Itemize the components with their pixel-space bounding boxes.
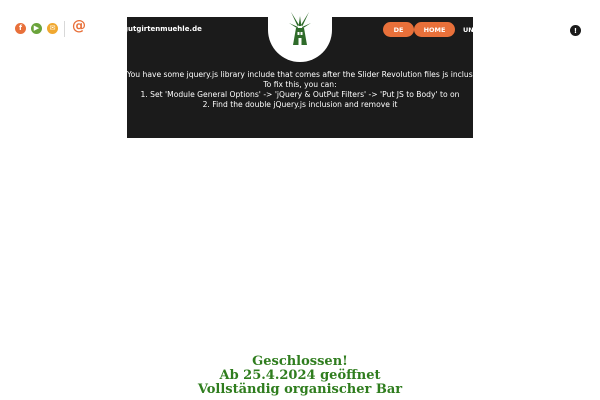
divider	[64, 21, 65, 37]
site-domain-link[interactable]: gutgirtenmuehle.de	[123, 25, 202, 33]
error-line: You have some jquery.js library include …	[127, 70, 487, 79]
nav-item-clipped[interactable]: UN	[463, 26, 473, 34]
social-links: f ▶ ✉	[15, 23, 58, 34]
language-de-button[interactable]: DE	[383, 22, 414, 37]
alert-icon[interactable]: !	[570, 25, 581, 36]
facebook-icon[interactable]: f	[15, 23, 26, 34]
error-line: To fix this, you can:	[263, 80, 337, 89]
email-icon[interactable]: ✉	[47, 23, 58, 34]
at-icon[interactable]: @	[72, 19, 86, 33]
opening-hours-notice: Geschlossen! Ab 25.4.2024 geöffnet Volls…	[0, 355, 600, 397]
logo-tab[interactable]	[268, 0, 332, 62]
notice-line-opening-date: Ab 25.4.2024 geöffnet	[219, 368, 381, 383]
youtube-icon[interactable]: ▶	[31, 23, 42, 34]
slider-error-message: You have some jquery.js library include …	[127, 70, 487, 110]
mill-logo-icon	[289, 12, 311, 45]
notice-line-closed: Geschlossen!	[252, 354, 348, 369]
nav-home-button[interactable]: HOME	[414, 22, 455, 37]
error-line: 2. Find the double jQuery.js inclusion a…	[202, 100, 398, 109]
error-line: 1. Set 'Module General Options' -> 'jQue…	[140, 90, 460, 99]
notice-line-organic-bar: Vollständig organischer Bar	[197, 382, 403, 397]
